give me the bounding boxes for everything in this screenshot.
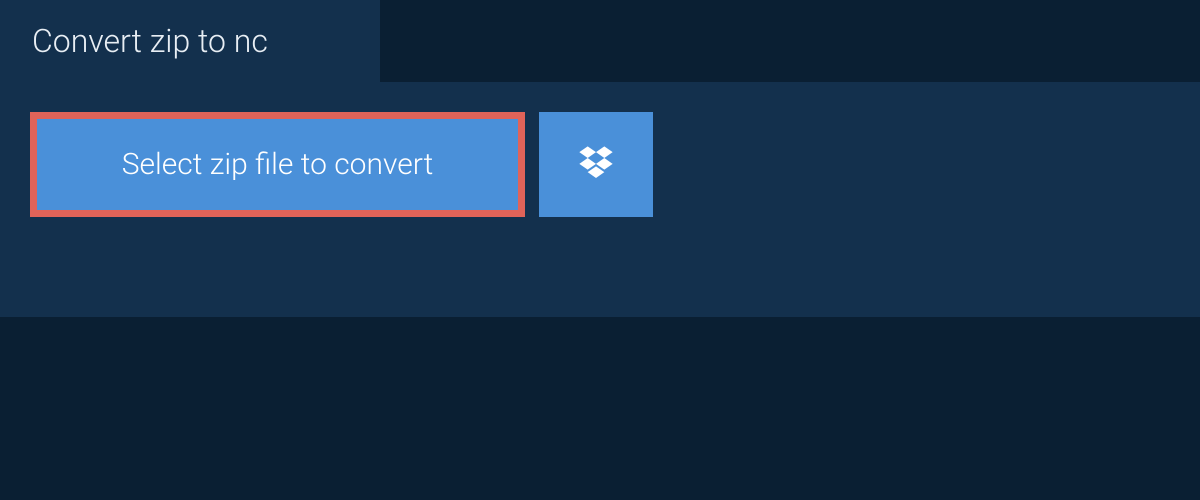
converter-panel: Select zip file to convert xyxy=(0,82,1200,317)
dropbox-button[interactable] xyxy=(539,112,653,217)
select-file-button[interactable]: Select zip file to convert xyxy=(30,112,525,217)
dropbox-icon xyxy=(576,143,616,187)
action-row: Select zip file to convert xyxy=(30,112,1170,217)
select-file-label: Select zip file to convert xyxy=(122,147,433,182)
tab-title: Convert zip to nc xyxy=(0,0,380,82)
